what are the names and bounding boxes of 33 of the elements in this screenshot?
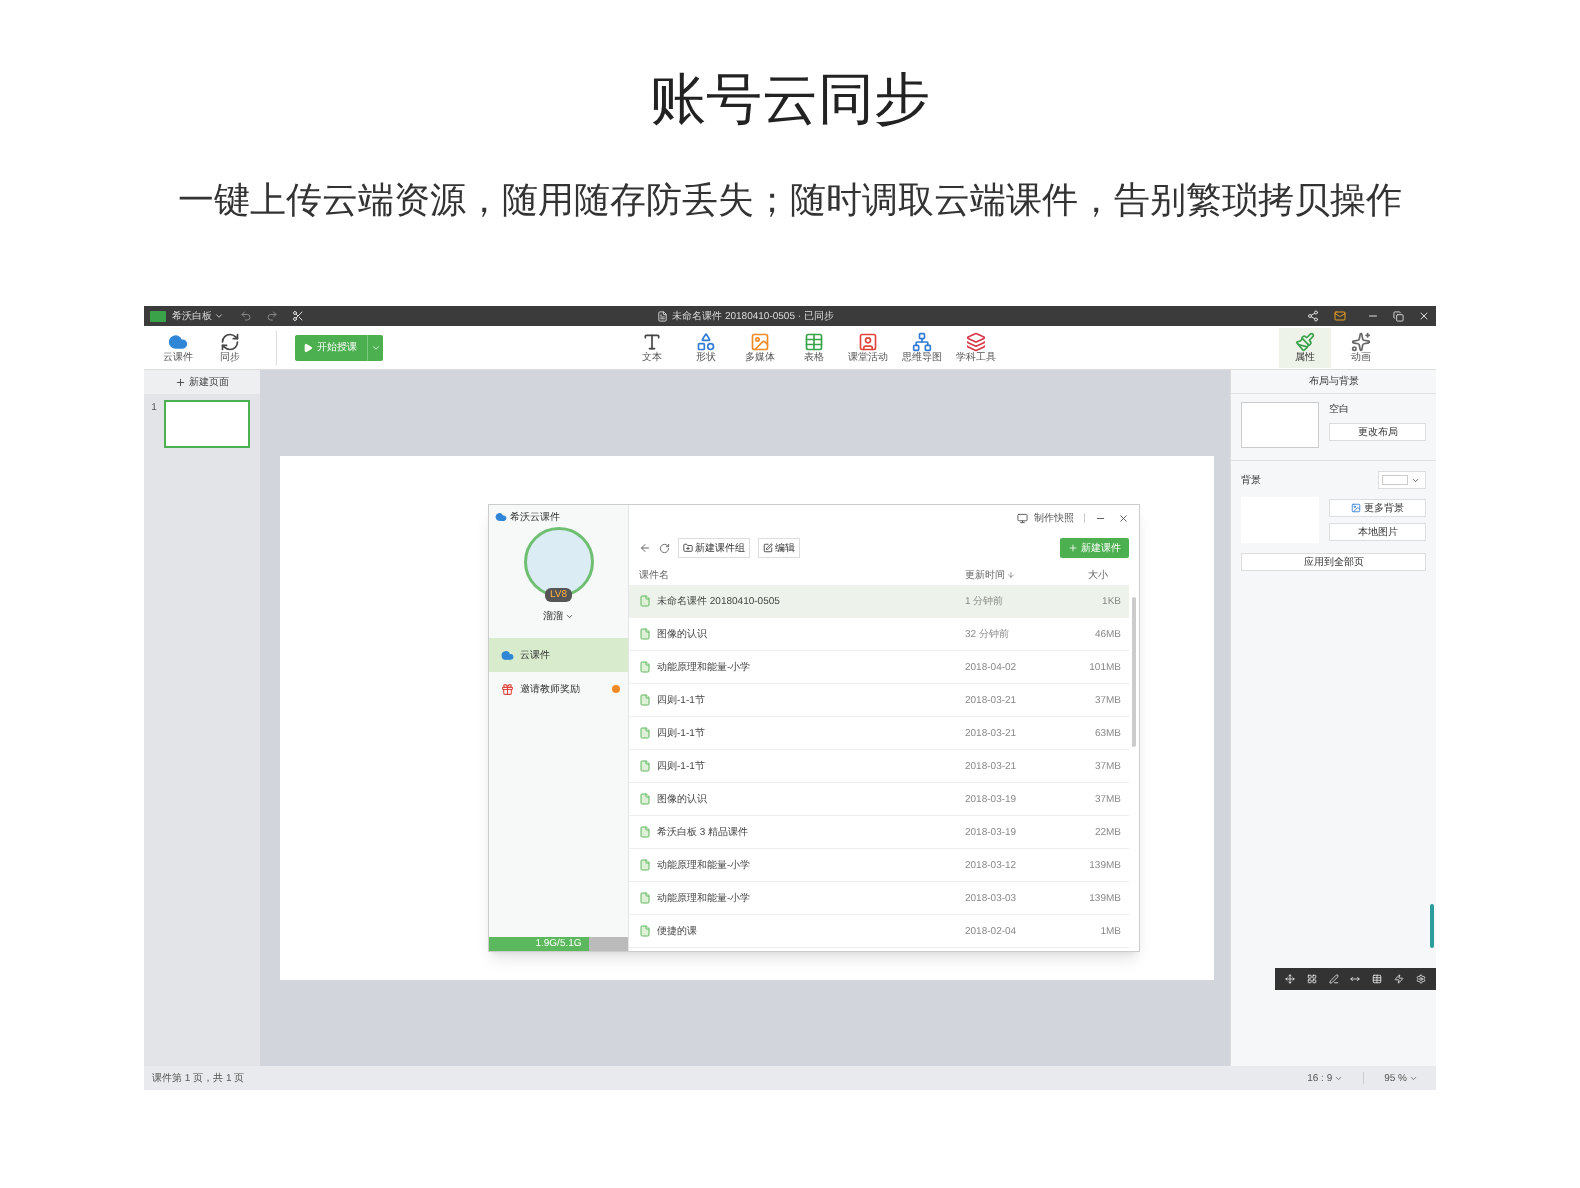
file-icon <box>639 727 651 739</box>
file-icon <box>639 892 651 904</box>
file-icon <box>639 793 651 805</box>
file-icon <box>639 628 651 640</box>
slider-handle[interactable] <box>1430 904 1434 948</box>
file-icon <box>639 661 651 673</box>
page-thumbnail[interactable] <box>164 400 250 448</box>
layout-thumbnail[interactable] <box>1241 402 1319 448</box>
app-logo-icon <box>150 310 166 322</box>
table-icon <box>804 331 824 352</box>
page-heading: 账号云同步 <box>650 66 930 134</box>
sparkles-icon <box>1351 331 1371 352</box>
network-icon <box>912 331 932 352</box>
image-icon <box>750 331 770 352</box>
scrollbar[interactable] <box>1132 597 1136 747</box>
file-icon <box>639 760 651 772</box>
text-icon <box>642 331 662 352</box>
page-subtitle: 一键上传云端资源，随用随存防丢失；随时调取云端课件，告别繁琐拷贝操作 <box>178 178 1402 224</box>
file-icon <box>639 859 651 871</box>
file-icon <box>639 826 651 838</box>
file-icon <box>639 694 651 706</box>
person-icon <box>858 331 878 352</box>
brush-icon <box>1295 331 1315 352</box>
cloud-icon <box>495 511 507 523</box>
layers-icon <box>966 331 986 352</box>
shapes-icon <box>696 331 716 352</box>
play-icon <box>303 342 313 353</box>
file-icon <box>639 925 651 937</box>
cloud-icon <box>168 331 188 352</box>
sync-icon <box>220 331 240 352</box>
color-picker[interactable] <box>1378 471 1426 489</box>
file-icon <box>639 595 651 607</box>
cloud-icon <box>501 648 514 662</box>
